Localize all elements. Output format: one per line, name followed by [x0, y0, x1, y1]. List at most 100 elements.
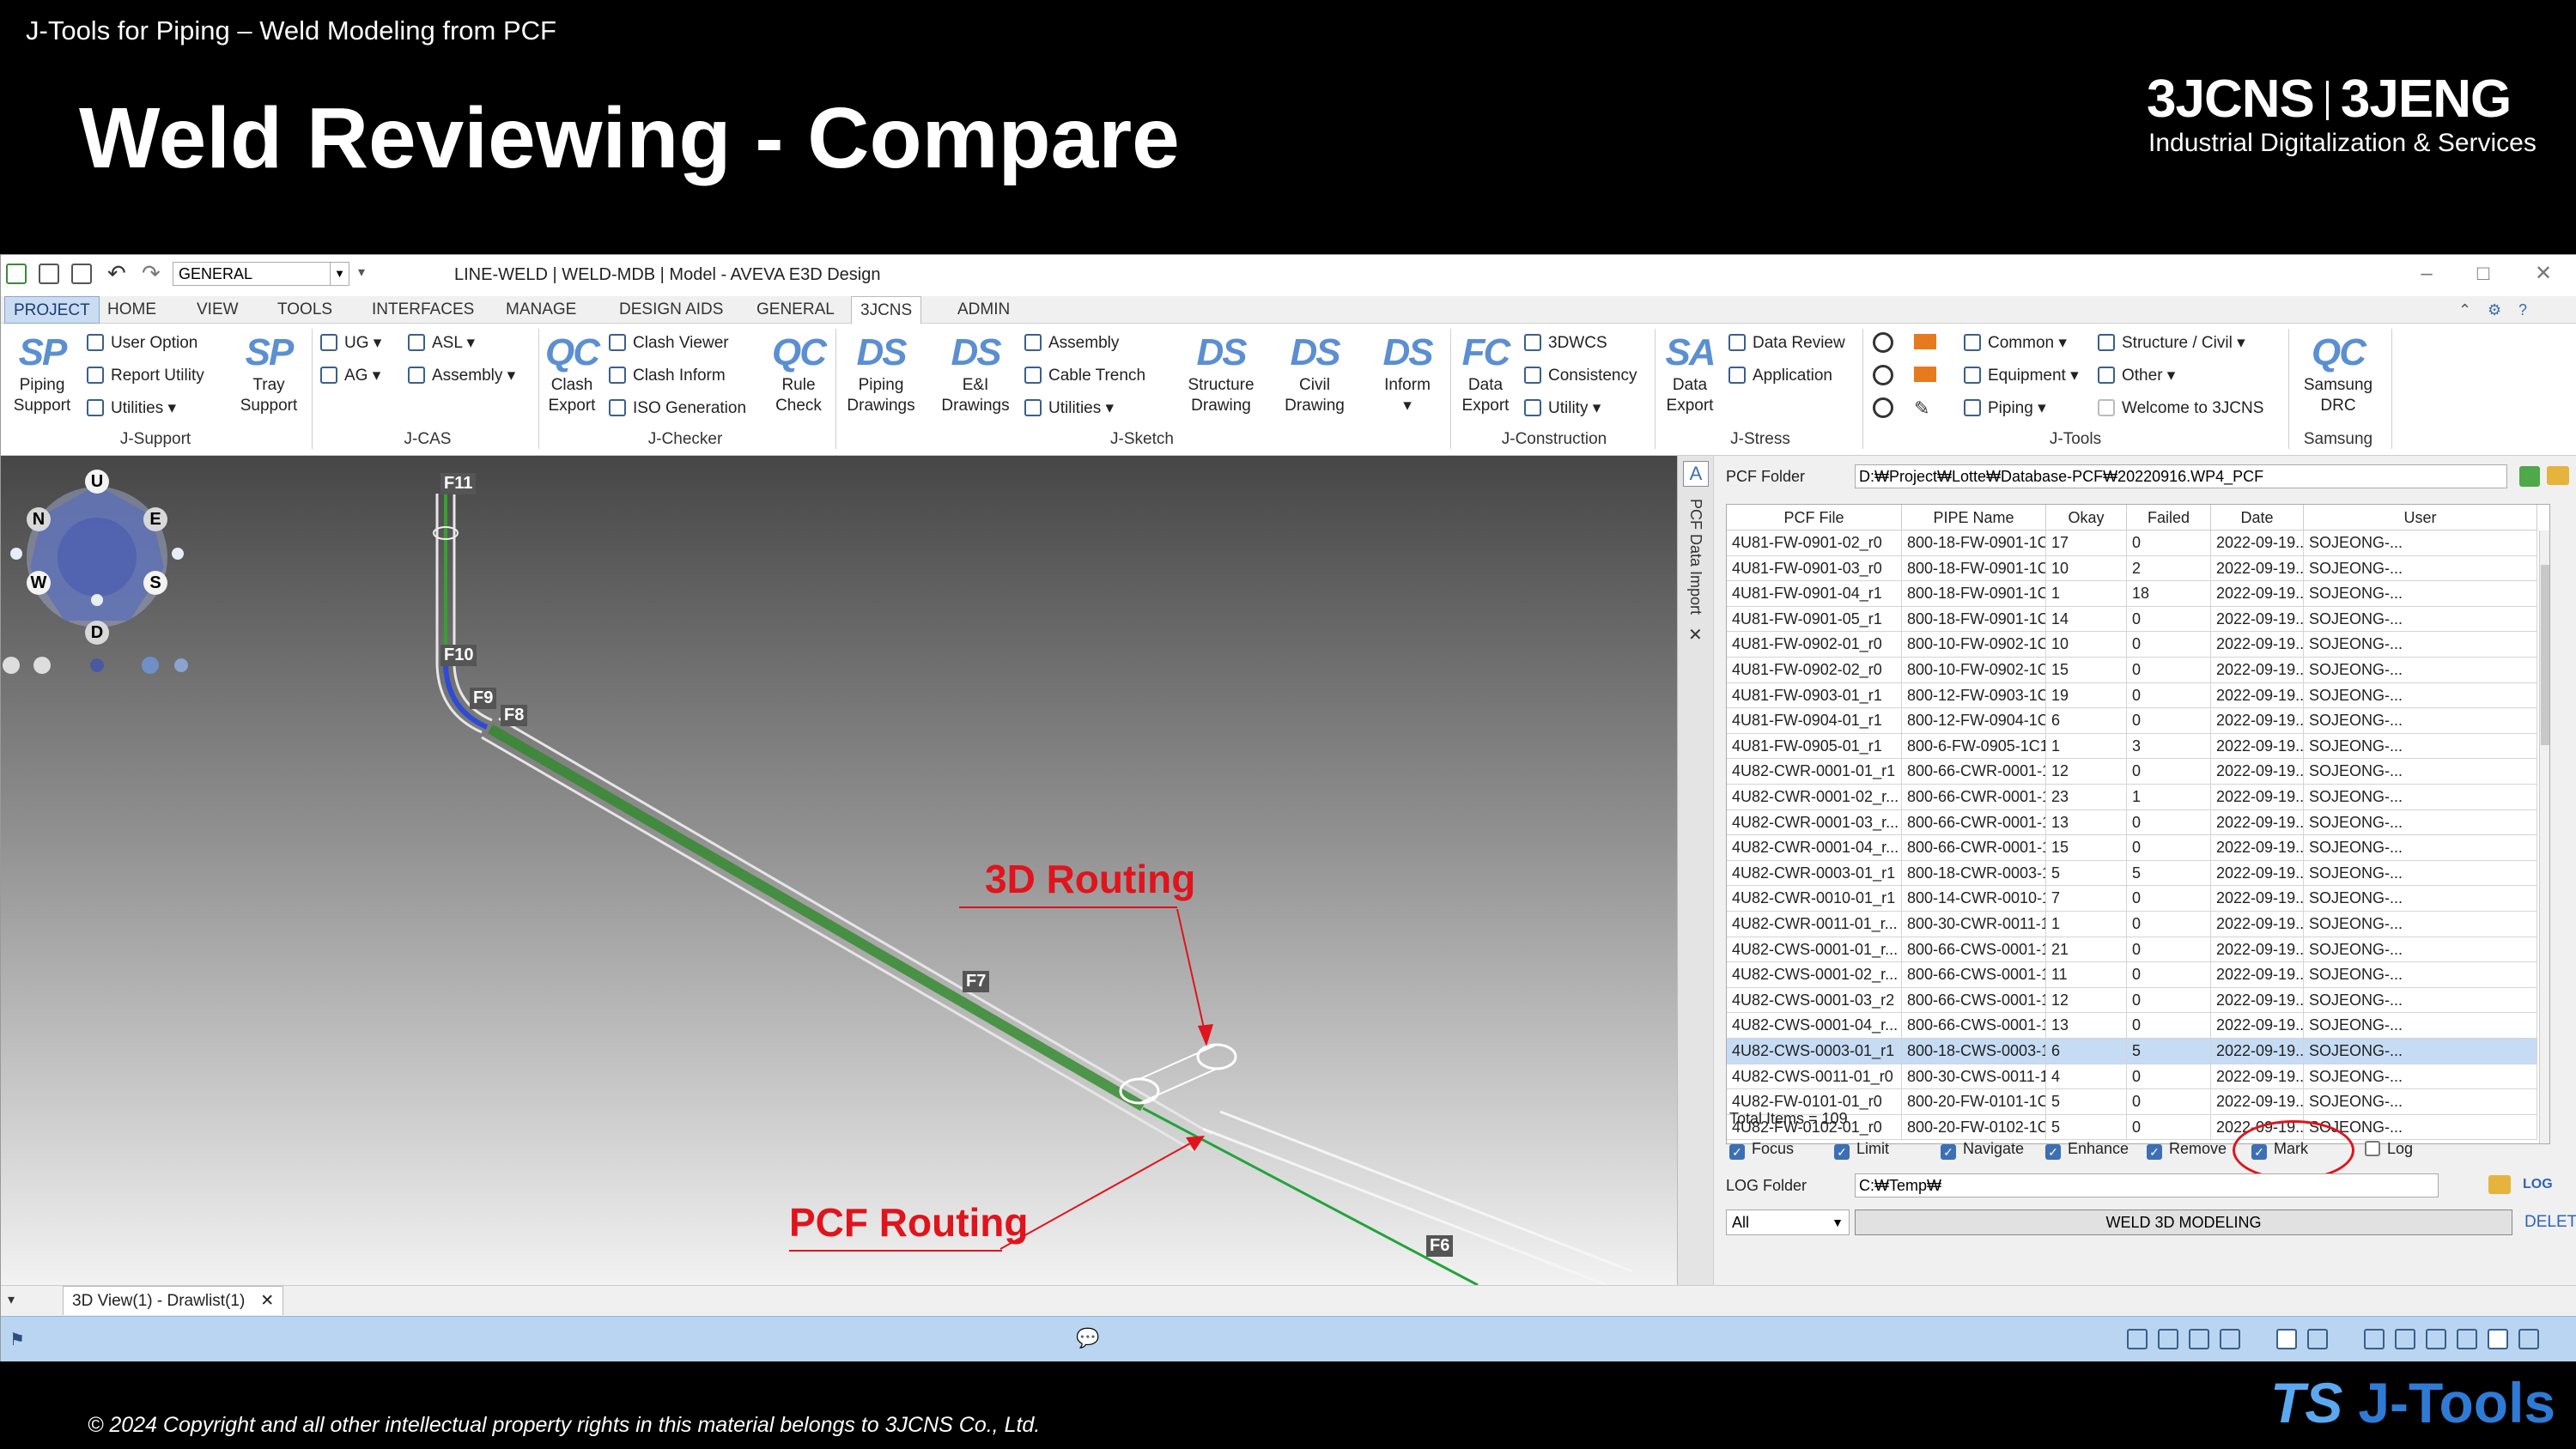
table-scrollbar[interactable] [2539, 530, 2549, 1143]
open-log-folder-icon[interactable] [2488, 1175, 2511, 1194]
nav-home-icon[interactable] [174, 658, 188, 672]
tab-general[interactable]: GENERAL [748, 296, 843, 324]
log-link[interactable]: LOG [2523, 1177, 2553, 1192]
table-row[interactable]: 4U81-FW-0901-05_r1800-18-FW-0901-1C1U-N_… [1727, 606, 2537, 633]
table-row[interactable]: 4U82-CWR-0001-04_r...800-66-CWR-0001-1C1… [1727, 835, 2537, 861]
tab-home[interactable]: HOME [99, 296, 165, 324]
clash-inform-button[interactable]: Clash Inform [609, 363, 726, 389]
close-icon[interactable]: ✕ [260, 1292, 274, 1310]
checkbox-enhance[interactable]: ✓ Enhance [2045, 1137, 2129, 1160]
tab-view[interactable]: VIEW [188, 296, 247, 324]
3dwcs-button[interactable]: 3DWCS [1524, 330, 1607, 356]
checkbox-box[interactable]: ✓ [1834, 1144, 1850, 1160]
measure-icon[interactable] [2189, 1329, 2209, 1349]
compass-up[interactable]: U [85, 470, 109, 494]
nav-back-icon[interactable] [3, 657, 20, 674]
table-row[interactable]: 4U82-CWR-0001-03_r...800-66-CWR-0001-1C1… [1727, 809, 2537, 836]
ag-button[interactable]: AG ▾ [320, 363, 380, 389]
table-row[interactable]: 4U82-CWR-0011-01_r...800-30-CWR-0011-1C1… [1727, 912, 2537, 937]
help-icon[interactable]: ? [2518, 301, 2527, 319]
table-row[interactable]: 4U81-FW-0901-03_r0800-18-FW-0901-1C1U-N_… [1727, 555, 2537, 582]
checkbox-box[interactable]: ✓ [2147, 1144, 2162, 1160]
filter-select[interactable]: All ▼ [1726, 1210, 1850, 1235]
table-row[interactable]: 4U82-CWR-0003-01_r1800-18-CWR-0003-1C1U-… [1727, 860, 2537, 887]
cable-trench-button[interactable]: Cable Trench [1024, 363, 1145, 389]
axis-icon[interactable] [2426, 1329, 2446, 1349]
checkbox-focus[interactable]: ✓ Focus [1729, 1137, 1794, 1160]
checkbox-box[interactable]: ✓ [1941, 1144, 1956, 1160]
table-row[interactable]: 4U82-CWS-0001-02_r...800-66-CWS-0001-1C1… [1727, 962, 2537, 988]
report-utility-button[interactable]: Report Utility [87, 363, 204, 389]
view-compass[interactable] [10, 485, 184, 627]
application-button[interactable]: Application [1728, 363, 1832, 389]
arrow-right-icon[interactable] [1914, 334, 1936, 349]
globe-icon[interactable] [1873, 397, 1893, 418]
globe-icon[interactable] [1873, 332, 1893, 353]
checkbox-box[interactable]: ✓ [2045, 1144, 2061, 1160]
nav-dot-icon[interactable] [90, 658, 104, 672]
tray-support-button[interactable]: SP Tray Support [234, 330, 303, 416]
nav-forward-icon[interactable] [33, 657, 51, 674]
table-row[interactable]: 4U82-CWS-0001-04_r...800-66-CWS-0001-1C1… [1727, 1013, 2537, 1039]
table-row[interactable]: 4U81-FW-0901-04_r1800-18-FW-0901-1C1U-N_… [1727, 581, 2537, 607]
column-header[interactable]: User [2304, 505, 2537, 530]
table-row[interactable]: 4U82-CWR-0001-01_r1800-66-CWR-0001-1C1U-… [1727, 759, 2537, 785]
table-row[interactable]: 4U82-CWS-0001-03_r2800-66-CWS-0001-1C1U-… [1727, 987, 2537, 1014]
3d-viewport[interactable]: U D N E W S F11 F10 F9 F8 F7 F6 3D Routi… [1, 456, 1677, 1285]
tab-manage[interactable]: MANAGE [497, 296, 585, 324]
save-icon[interactable] [39, 264, 59, 284]
dimension-icon[interactable] [2364, 1329, 2385, 1349]
column-header[interactable]: PCF File [1727, 505, 1902, 530]
rule-check-button[interactable]: QC Rule Check [770, 330, 827, 416]
clash-export-button[interactable]: QC Clash Export [544, 330, 600, 416]
scrollbar-thumb[interactable] [2541, 565, 2549, 745]
common-button[interactable]: Common ▾ [1964, 330, 2067, 356]
checkbox-log[interactable]: Log [2365, 1137, 2413, 1160]
table-row[interactable]: 4U82-CWR-0010-01_r1800-14-CWR-0010-1C1U-… [1727, 886, 2537, 912]
sketch-utilities-button[interactable]: Utilities ▾ [1024, 396, 1114, 421]
tab-admin[interactable]: ADMIN [949, 296, 1018, 324]
chat-icon[interactable]: 💬 [1076, 1327, 1099, 1349]
settings-icon[interactable]: ⚙ [2488, 301, 2501, 319]
welcome-button[interactable]: Welcome to 3JCNS [2098, 396, 2263, 421]
flag-icon[interactable]: ⚑ [9, 1329, 25, 1350]
table-row[interactable]: 4U81-FW-0901-02_r0800-18-FW-0901-1C1U-N_… [1727, 530, 2537, 556]
sketch-assembly-button[interactable]: Assembly [1024, 330, 1119, 356]
column-header[interactable]: PIPE Name [1902, 505, 2046, 530]
samsung-drc-button[interactable]: QC Samsung DRC [2297, 330, 2379, 416]
utilities-button[interactable]: Utilities ▾ [87, 396, 176, 421]
font-a-icon[interactable]: A [1683, 461, 1709, 487]
minimize-icon[interactable]: – [2405, 258, 2448, 289]
undo-icon[interactable]: ↶ [107, 260, 126, 287]
table-row[interactable]: 4U82-FW-0101-01_r0800-20-FW-0101-1C1U-N_… [1727, 1089, 2537, 1115]
asl-button[interactable]: ASL ▾ [408, 330, 475, 356]
compass-west[interactable]: W [27, 571, 51, 595]
pcf-folder-input[interactable]: D:₩Project₩Lotte₩Database-PCF₩20220916.W… [1855, 464, 2507, 488]
tab-project[interactable]: PROJECT [4, 296, 100, 324]
weld-3d-modeling-button[interactable]: WELD 3D MODELING [1855, 1210, 2512, 1235]
structure-drawing-button[interactable]: DS Structure Drawing [1182, 330, 1260, 416]
view-tab-3d[interactable]: 3D View(1) - Drawlist(1) ✕ [63, 1286, 284, 1315]
compass-east[interactable]: E [143, 507, 167, 531]
ei-drawings-button[interactable]: DS E&I Drawings [940, 330, 1011, 416]
civil-drawing-button[interactable]: DS Civil Drawing [1280, 330, 1349, 416]
piping-button[interactable]: Piping ▾ [1964, 396, 2046, 421]
align-icon[interactable] [2395, 1329, 2415, 1349]
open-folder-icon[interactable] [2547, 466, 2569, 485]
piping-drawings-button[interactable]: DS Piping Drawings [844, 330, 918, 416]
clash-icon[interactable] [2158, 1329, 2178, 1349]
delete-link[interactable]: DELETE [2524, 1213, 2576, 1232]
tool-icon[interactable]: ✎ [1914, 397, 1929, 420]
tab-tools[interactable]: TOOLS [269, 296, 341, 324]
column-header[interactable]: Date [2211, 505, 2304, 530]
column-header[interactable]: Failed [2127, 505, 2211, 530]
table-row[interactable]: 4U81-FW-0902-01_r0800-10-FW-0902-1C1U-N_… [1727, 632, 2537, 658]
user-option-button[interactable]: User Option [87, 330, 197, 356]
table-row[interactable]: 4U82-CWS-0001-01_r...800-66-CWS-0001-1C1… [1727, 937, 2537, 963]
grid-icon[interactable] [2127, 1329, 2148, 1349]
cas-assembly-button[interactable]: Assembly ▾ [408, 363, 515, 389]
collapse-ribbon-icon[interactable]: ⌃ [2458, 301, 2471, 319]
arrow-left-icon[interactable] [1914, 367, 1936, 382]
table-row[interactable]: 4U82-CWS-0003-01_r1800-18-CWS-0003-1C1U-… [1727, 1039, 2537, 1064]
nav-globe-icon[interactable] [142, 657, 159, 674]
